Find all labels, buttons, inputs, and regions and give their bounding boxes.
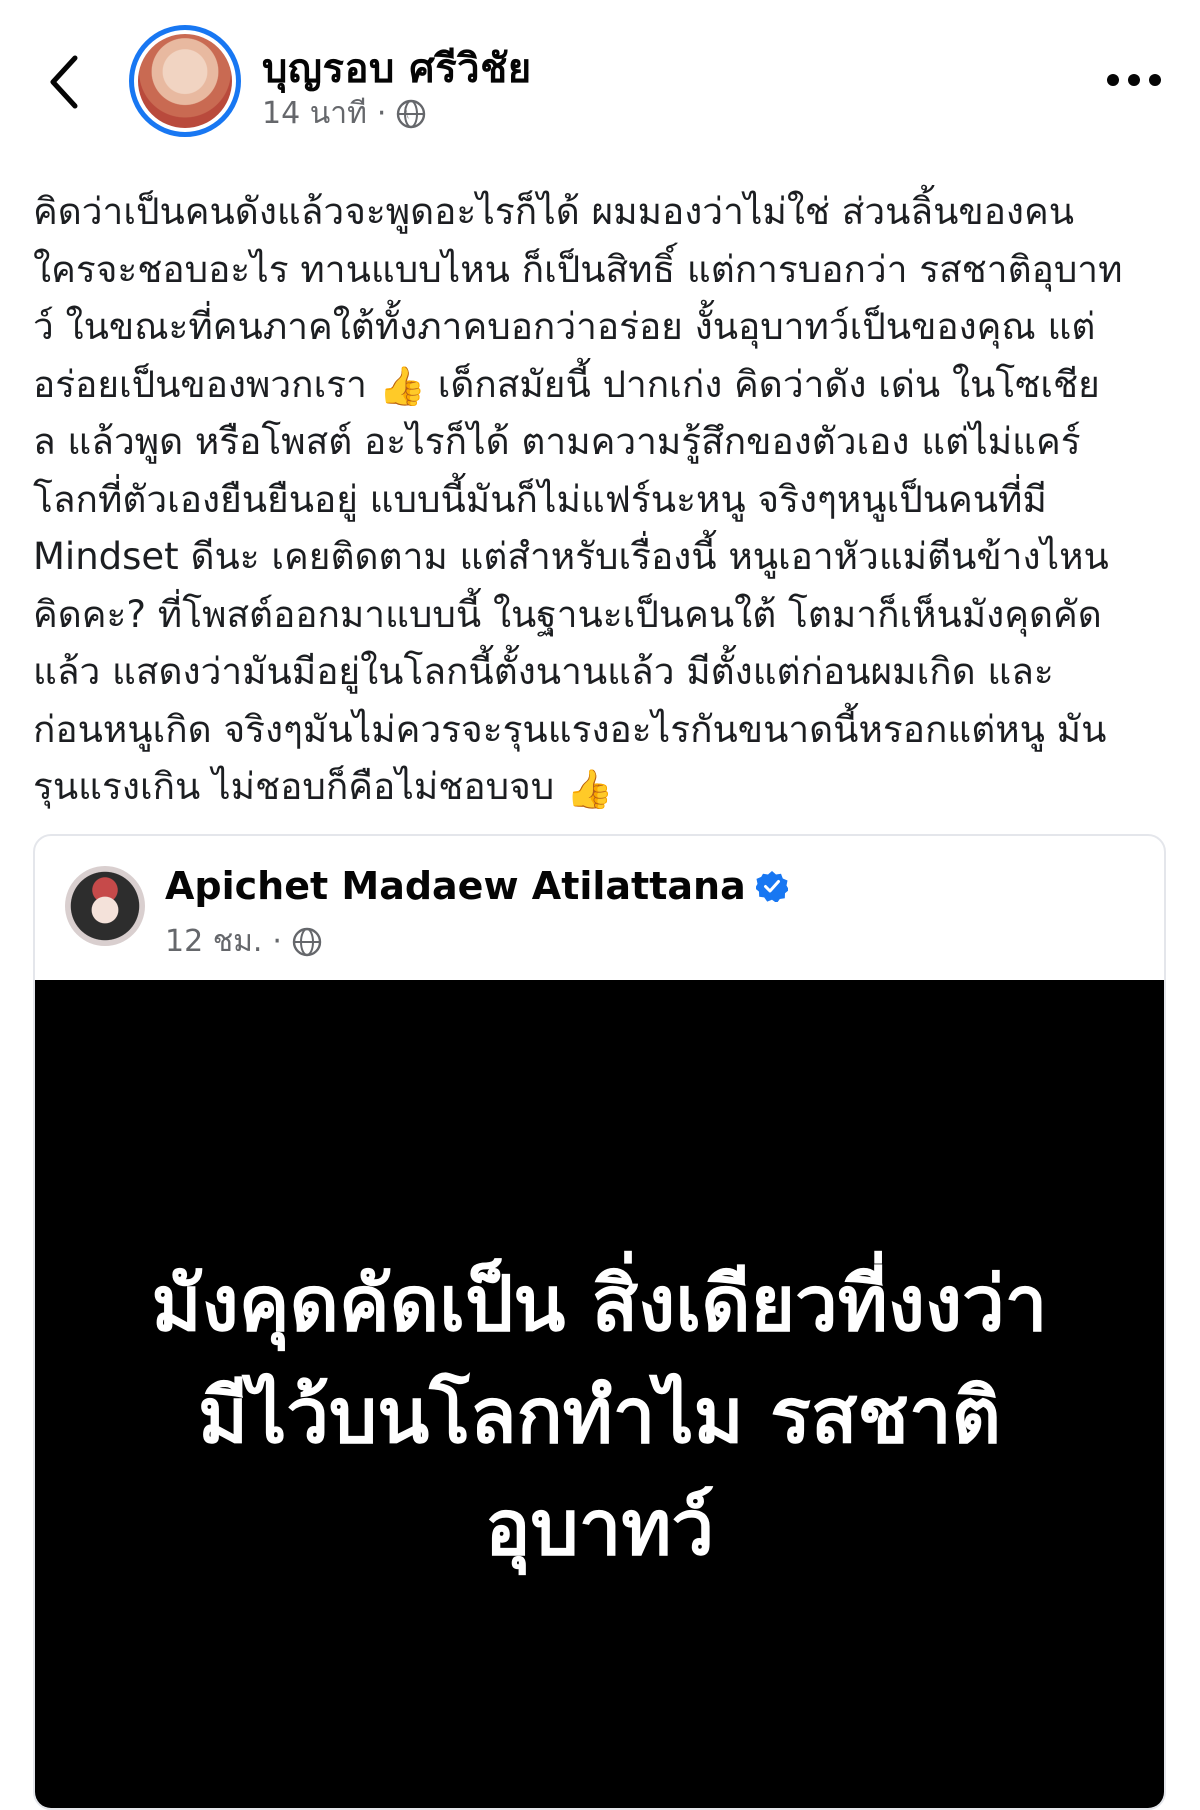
- back-button[interactable]: [36, 44, 92, 120]
- shared-image-text-line: อุบาทว์: [484, 1483, 715, 1572]
- shared-image-text-line: มีไว้บนโลกทำไม รสชาติ: [198, 1371, 1001, 1460]
- post-header: บุญรอบ ศรีวิชัย 14 นาที ·: [0, 0, 1200, 150]
- shared-image-caption: มังคุดคัดเป็น สิ่งเดียวที่งงว่า มีไว้บนโ…: [100, 1248, 1100, 1584]
- post-text-line: Mindset ดีนะ เคยติดตาม แต่สำหรับเรื่องนี…: [33, 535, 1109, 578]
- globe-icon[interactable]: [292, 927, 322, 957]
- post-text-line: คิดว่าเป็นคนดังแล้วจะพูดอะไรก็ได้ ผมมองว…: [33, 190, 1075, 233]
- meta-separator: ·: [376, 96, 387, 131]
- author-avatar[interactable]: [129, 25, 241, 137]
- post-text-line: ก่อนหนูเกิด จริงๆมันไม่ควรจะรุนแรงอะไรกั…: [33, 707, 1107, 751]
- shared-author-name[interactable]: Apichet Madaew Atilattana: [165, 864, 746, 908]
- verified-badge-icon: [755, 871, 788, 902]
- shared-post-card[interactable]: Apichet Madaew Atilattana 12 ชม. · มังคุ…: [33, 834, 1166, 1810]
- post-text-segment: อร่อยเป็นของพวกเรา: [33, 362, 367, 406]
- more-options-icon: [1107, 74, 1161, 86]
- post-page: บุญรอบ ศรีวิชัย 14 นาที · คิดว่าเป็นคนดั…: [0, 0, 1200, 1810]
- shared-author-name-row: Apichet Madaew Atilattana: [165, 864, 788, 908]
- shared-author-avatar[interactable]: [65, 866, 145, 946]
- post-text-line: แล้ว แสดงว่ามันมีอยู่ในโลกนี้ตั้งนานแล้ว…: [33, 650, 1054, 693]
- post-text-line: รุนแรงเกิน ไม่ชอบก็คือไม่ชอบจบ 👍: [33, 758, 1173, 816]
- shared-post-image[interactable]: มังคุดคัดเป็น สิ่งเดียวที่งงว่า มีไว้บนโ…: [35, 980, 1164, 1808]
- shared-image-text-line: มังคุดคัดเป็น สิ่งเดียวที่งงว่า: [151, 1259, 1048, 1348]
- shared-post-meta: 12 ชม. ·: [165, 918, 322, 965]
- author-avatar-image: [138, 34, 232, 128]
- post-text-segment: รุนแรงเกิน ไม่ชอบก็คือไม่ชอบจบ: [33, 765, 555, 808]
- post-text-line: ว์ ในขณะที่คนภาคใต้ทั้งภาคบอกว่าอร่อย งั…: [33, 305, 1096, 348]
- post-text-line: ใครจะชอบอะไร ทานแบบไหน ก็เป็นสิทธิ์ แต่ก…: [33, 247, 1123, 291]
- post-body-text: คิดว่าเป็นคนดังแล้วจะพูดอะไรก็ได้ ผมมองว…: [33, 183, 1173, 816]
- thumbs-up-emoji: 👍: [566, 766, 614, 811]
- shared-post-header: Apichet Madaew Atilattana 12 ชม. ·: [35, 836, 1164, 978]
- back-chevron-icon: [50, 55, 78, 109]
- shared-post-time[interactable]: 12 ชม.: [165, 918, 262, 965]
- post-text-line: ล แล้วพูด หรือโพสต์ อะไรก็ได้ ตามความรู้…: [33, 420, 1081, 463]
- post-text-segment: เด็กสมัยนี้ ปากเก่ง คิดว่าดัง เด่น ในโซเ…: [425, 362, 1100, 406]
- more-options-button[interactable]: [1098, 60, 1170, 100]
- post-text-line: อร่อยเป็นของพวกเรา 👍 เด็กสมัยนี้ ปากเก่ง…: [33, 356, 1173, 414]
- thumbs-up-emoji: 👍: [378, 364, 426, 408]
- globe-icon[interactable]: [396, 99, 426, 129]
- post-time[interactable]: 14 นาที: [262, 90, 367, 137]
- post-text-line: คิดคะ? ที่โพสต์ออกมาแบบนี้ ในฐานะเป็นคนใ…: [33, 592, 1102, 636]
- meta-separator: ·: [272, 924, 282, 959]
- post-meta: 14 นาที ·: [262, 90, 426, 137]
- post-text-line: โลกที่ตัวเองยืนยืนอยู่ แบบนี้มันก็ไม่แฟร…: [33, 477, 1047, 521]
